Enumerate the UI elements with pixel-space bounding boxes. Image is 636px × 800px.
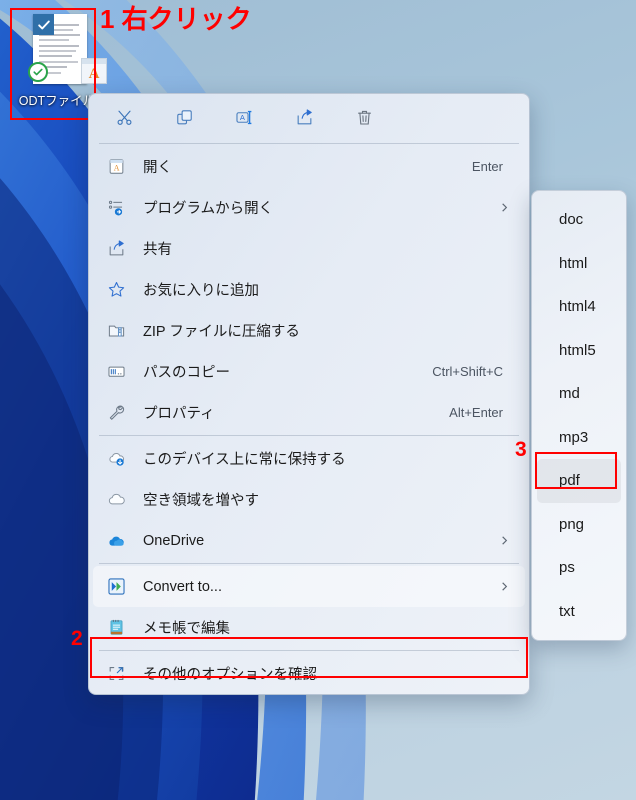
menu-item-onedrive[interactable]: OneDrive <box>93 520 525 561</box>
svg-text:A: A <box>239 113 244 122</box>
rename-button[interactable]: A <box>221 101 267 135</box>
menu-item-share[interactable]: 共有 <box>93 228 525 269</box>
menu-item-label: 共有 <box>143 242 172 258</box>
more-options-icon <box>107 663 135 685</box>
menu-item-show-more-options[interactable]: その他のオプションを確認 <box>93 653 525 694</box>
convert-chevrons-icon <box>107 576 135 598</box>
menu-item-convert-to[interactable]: Convert to... <box>93 566 525 607</box>
svg-text:A: A <box>114 163 120 172</box>
chevron-right-icon <box>497 581 511 592</box>
submenu-item-html[interactable]: html <box>537 242 621 286</box>
wrench-icon <box>107 402 135 424</box>
onedrive-synced-check-icon <box>28 62 48 82</box>
menu-item-label: プログラムから開く <box>143 201 274 217</box>
submenu-item-html5[interactable]: html5 <box>537 329 621 373</box>
open-with-icon <box>107 197 135 219</box>
file-context-menu[interactable]: A A 開く Enter プログラムから開く 共有 お気に入りに追加 ZIP フ… <box>88 93 530 695</box>
annotation-label-2: 2 <box>71 627 83 650</box>
zip-folder-icon <box>107 320 135 342</box>
copy-button[interactable] <box>161 101 207 135</box>
submenu-item-html4[interactable]: html4 <box>537 285 621 329</box>
submenu-item-pdf[interactable]: pdf <box>537 459 621 503</box>
menu-separator <box>99 143 519 144</box>
menu-separator <box>99 650 519 651</box>
submenu-item-png[interactable]: png <box>537 503 621 547</box>
submenu-item-txt[interactable]: txt <box>537 590 621 634</box>
submenu-item-ps[interactable]: ps <box>537 546 621 590</box>
menu-group-3: Convert to... メモ帳で編集 <box>89 566 529 648</box>
menu-item-always-keep-on-device[interactable]: このデバイス上に常に保持する <box>93 438 525 479</box>
chevron-right-icon <box>497 202 511 213</box>
menu-item-label: OneDrive <box>143 532 205 549</box>
menu-item-label: Convert to... <box>143 578 222 595</box>
menu-item-edit-with-notepad[interactable]: メモ帳で編集 <box>93 607 525 648</box>
share-button[interactable] <box>281 101 327 135</box>
star-icon <box>107 279 135 301</box>
odt-app-icon: A <box>81 58 107 84</box>
odt-app-letter: A <box>88 65 100 82</box>
menu-item-copy-path[interactable]: パスのコピー Ctrl+Shift+C <box>93 351 525 392</box>
submenu-item-mp3[interactable]: mp3 <box>537 416 621 460</box>
menu-item-accel: Ctrl+Shift+C <box>432 364 503 379</box>
menu-item-label: 開く <box>143 160 172 176</box>
menu-item-add-to-favorites[interactable]: お気に入りに追加 <box>93 269 525 310</box>
cloud-download-icon <box>107 448 135 470</box>
menu-item-free-up-space[interactable]: 空き領域を増やす <box>93 479 525 520</box>
menu-item-open[interactable]: A 開く Enter <box>93 146 525 187</box>
menu-item-properties[interactable]: プロパティ Alt+Enter <box>93 392 525 433</box>
cloud-icon <box>107 489 135 511</box>
menu-group-1: A 開く Enter プログラムから開く 共有 お気に入りに追加 ZIP ファイ… <box>89 146 529 433</box>
menu-item-label: メモ帳で編集 <box>143 621 230 637</box>
menu-item-label: ZIP ファイルに圧縮する <box>143 324 300 340</box>
delete-button[interactable] <box>341 101 387 135</box>
menu-separator <box>99 435 519 436</box>
share-icon <box>107 238 135 260</box>
selection-checkmark-icon[interactable] <box>33 14 54 35</box>
open-document-icon: A <box>107 156 135 178</box>
submenu-item-doc[interactable]: doc <box>537 198 621 242</box>
cut-button[interactable] <box>101 101 147 135</box>
menu-group-4: その他のオプションを確認 <box>89 653 529 694</box>
submenu-item-md[interactable]: md <box>537 372 621 416</box>
menu-item-label: パスのコピー <box>143 365 230 381</box>
chevron-right-icon <box>497 535 511 546</box>
menu-item-label: お気に入りに追加 <box>143 283 259 299</box>
onedrive-icon <box>107 530 135 552</box>
menu-item-label: このデバイス上に常に保持する <box>143 452 346 468</box>
convert-to-submenu[interactable]: doc html html4 html5 md mp3 pdf png ps t… <box>531 190 627 641</box>
menu-item-open-with[interactable]: プログラムから開く <box>93 187 525 228</box>
menu-item-label: その他のオプションを確認 <box>143 667 317 683</box>
menu-separator <box>99 563 519 564</box>
menu-group-2: このデバイス上に常に保持する 空き領域を増やす OneDrive <box>89 438 529 561</box>
menu-item-label: 空き領域を増やす <box>143 493 259 509</box>
annotation-label-3: 3 <box>515 438 527 461</box>
annotation-label-1: 1 右クリック <box>100 4 252 34</box>
menu-item-label: プロパティ <box>143 406 215 422</box>
copy-path-icon <box>107 361 135 383</box>
notepad-icon <box>107 617 135 639</box>
menu-item-accel: Alt+Enter <box>449 405 503 420</box>
menu-item-accel: Enter <box>471 159 503 174</box>
menu-item-compress-zip[interactable]: ZIP ファイルに圧縮する <box>93 310 525 351</box>
context-menu-command-bar[interactable]: A <box>89 94 529 141</box>
